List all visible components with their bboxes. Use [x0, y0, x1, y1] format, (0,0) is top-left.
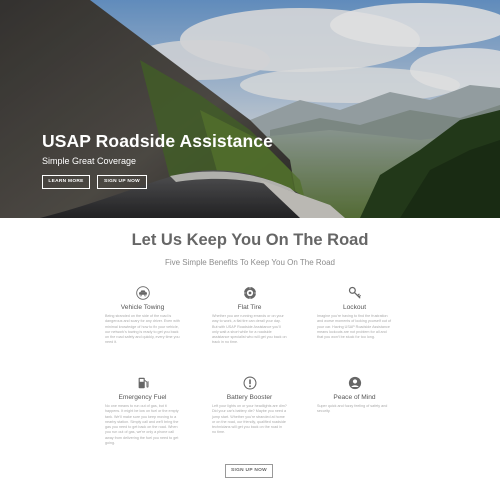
battery-warning-icon — [243, 376, 256, 390]
hero-banner: USAP Roadside Assistance Simple Great Co… — [0, 0, 500, 218]
benefit-title: Flat Tire — [237, 304, 262, 311]
hero-subtitle: Simple Great Coverage — [42, 156, 137, 166]
benefit-battery-booster: Battery Booster Left your lights on or y… — [212, 376, 287, 436]
hero-buttons: LEARN MORE SIGN UP NOW — [42, 175, 273, 189]
section-subheadline: Five Simple Benefits To Keep You On The … — [164, 258, 336, 267]
benefit-description: No one means to run out of gas, but it h… — [105, 404, 179, 446]
sign-up-now-button[interactable]: SIGN UP NOW — [97, 175, 147, 189]
benefit-description: Imagine you're having to find the frustr… — [317, 314, 391, 340]
benefit-emergency-fuel: Emergency Fuel No one means to run out o… — [105, 376, 180, 446]
key-icon — [348, 286, 361, 299]
hero-title: USAP Roadside Assistance — [42, 131, 273, 151]
learn-more-button[interactable]: LEARN MORE — [42, 175, 90, 189]
car-towing-icon — [135, 286, 150, 300]
benefit-title: Emergency Fuel — [118, 394, 167, 401]
section-headline: Let Us Keep You On The Road — [131, 231, 369, 249]
person-icon — [348, 376, 361, 390]
benefit-title: Lockout — [342, 304, 367, 311]
benefit-description: Super quick and fuzzy feeling of safety … — [317, 404, 388, 414]
bottom-sign-up-now-button[interactable]: SIGN UP NOW — [225, 464, 273, 478]
benefit-description: Left your lights on or your headlights a… — [212, 404, 287, 435]
hero-content: USAP Roadside Assistance Simple Great Co… — [42, 131, 273, 189]
tire-icon — [243, 287, 256, 299]
benefit-title: Peace of Mind — [333, 394, 376, 401]
benefit-vehicle-towing: Vehicle Towing Being stranded on the sid… — [105, 286, 180, 346]
benefit-lockout: Lockout Imagine you're having to find th… — [317, 286, 392, 340]
benefit-flat-tire: Flat Tire Whether you are running errand… — [212, 286, 287, 346]
fuel-pump-icon — [138, 377, 149, 389]
benefit-peace-of-mind: Peace of Mind Super quick and fuzzy feel… — [317, 376, 392, 415]
benefit-title: Vehicle Towing — [120, 304, 165, 311]
benefit-title: Battery Booster — [226, 394, 273, 401]
benefit-description: Whether you are running errands or on yo… — [212, 314, 287, 345]
benefit-description: Being stranded on the side of the road i… — [105, 314, 180, 345]
